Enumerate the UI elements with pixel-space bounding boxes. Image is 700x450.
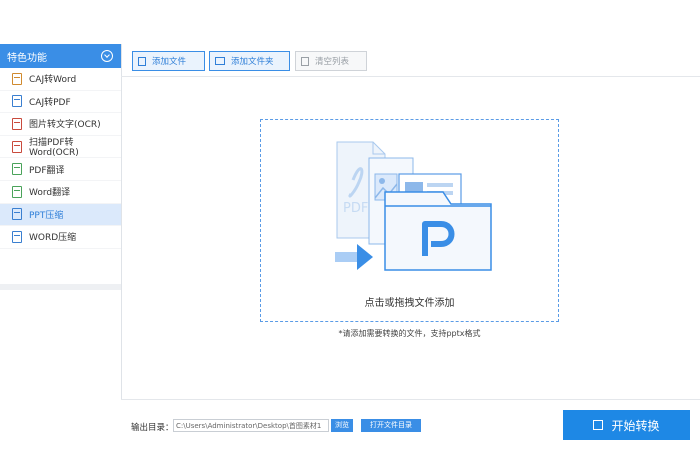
drop-zone-text: 点击或拖拽文件添加 xyxy=(364,298,455,309)
sidebar-item-label: Word翻译 xyxy=(29,188,71,199)
format-hint: *请添加需要转换的文件，支持pptx格式 xyxy=(338,329,481,338)
sidebar-item-label: WORD压缩 xyxy=(29,233,77,244)
sidebar-item[interactable]: WORD压缩 xyxy=(0,226,121,249)
add-folder-label: 添加文件夹 xyxy=(231,57,274,67)
sidebar-item-label: PDF翻译 xyxy=(29,165,65,176)
sidebar-item[interactable]: PPT压缩 xyxy=(0,203,121,227)
add-folder-button[interactable]: 添加文件夹 xyxy=(209,51,290,71)
sidebar-item[interactable]: 扫描PDF转Word(OCR) xyxy=(0,136,121,159)
clear-list-label: 清空列表 xyxy=(315,57,350,67)
add-file-button[interactable]: 添加文件 xyxy=(132,51,205,71)
collapse-chevron-icon[interactable] xyxy=(101,50,113,62)
sidebar-header[interactable]: 特色功能 xyxy=(0,44,121,68)
add-folder-icon xyxy=(215,57,225,65)
sidebar-item-label: 图片转文字(OCR) xyxy=(29,120,101,131)
add-file-icon xyxy=(138,56,146,66)
sidebar-item-label: CAJ转Word xyxy=(29,75,77,86)
start-convert-label: 开始转换 xyxy=(611,418,660,433)
file-type-icon xyxy=(12,95,22,108)
drop-illustration-icon: PDF xyxy=(335,141,492,271)
sidebar-item[interactable]: PDF翻译 xyxy=(0,158,121,181)
start-icon xyxy=(593,420,604,430)
file-type-icon xyxy=(12,208,22,221)
sidebar-divider xyxy=(0,284,121,290)
file-drop-zone[interactable]: PDF 点击或拖拽文件添加 xyxy=(260,119,559,322)
browse-button[interactable]: 浏览 xyxy=(331,419,353,432)
file-type-icon xyxy=(12,185,22,198)
arrow-right-icon xyxy=(335,244,373,270)
sidebar-item[interactable]: 图片转文字(OCR) xyxy=(0,113,121,136)
footer-bar: 输出目录： C:\Users\Administrator\Desktop\首图素… xyxy=(121,399,700,450)
sidebar-title: 特色功能 xyxy=(7,52,47,64)
trash-icon xyxy=(301,56,309,66)
svg-text:PDF: PDF xyxy=(343,201,368,216)
file-type-icon xyxy=(12,140,22,153)
clear-list-button[interactable]: 清空列表 xyxy=(295,51,367,71)
sidebar-item-label: PPT压缩 xyxy=(29,210,64,221)
file-type-icon xyxy=(12,163,22,176)
sidebar-item-label: 扫描PDF转Word(OCR) xyxy=(29,138,79,159)
sidebar-list: CAJ转Word CAJ转PDF 图片转文字(OCR) 扫描PDF转Word(OCR)… xyxy=(0,68,121,249)
sidebar: 特色功能 CAJ转Word CAJ转PDF 图片转文字(OCR) 扫描PDF转Word… xyxy=(0,44,122,449)
open-folder-button[interactable]: 打开文件目录 xyxy=(361,419,421,432)
file-type-icon xyxy=(12,230,22,243)
file-type-icon xyxy=(12,117,22,130)
toolbar: 添加文件 添加文件夹 清空列表 xyxy=(121,44,700,77)
output-dir-label: 输出目录： xyxy=(131,423,174,433)
sidebar-item-label: CAJ转PDF xyxy=(29,97,71,108)
output-path-field[interactable]: C:\Users\Administrator\Desktop\首图素材1 xyxy=(173,419,329,432)
start-convert-button[interactable]: 开始转换 xyxy=(563,410,690,440)
add-file-label: 添加文件 xyxy=(152,57,187,67)
sidebar-item[interactable]: Word翻译 xyxy=(0,181,121,204)
sidebar-item[interactable]: CAJ转Word xyxy=(0,68,121,91)
sidebar-item[interactable]: CAJ转PDF xyxy=(0,91,121,114)
ppt-folder-icon xyxy=(384,191,492,271)
file-type-icon xyxy=(12,72,22,85)
